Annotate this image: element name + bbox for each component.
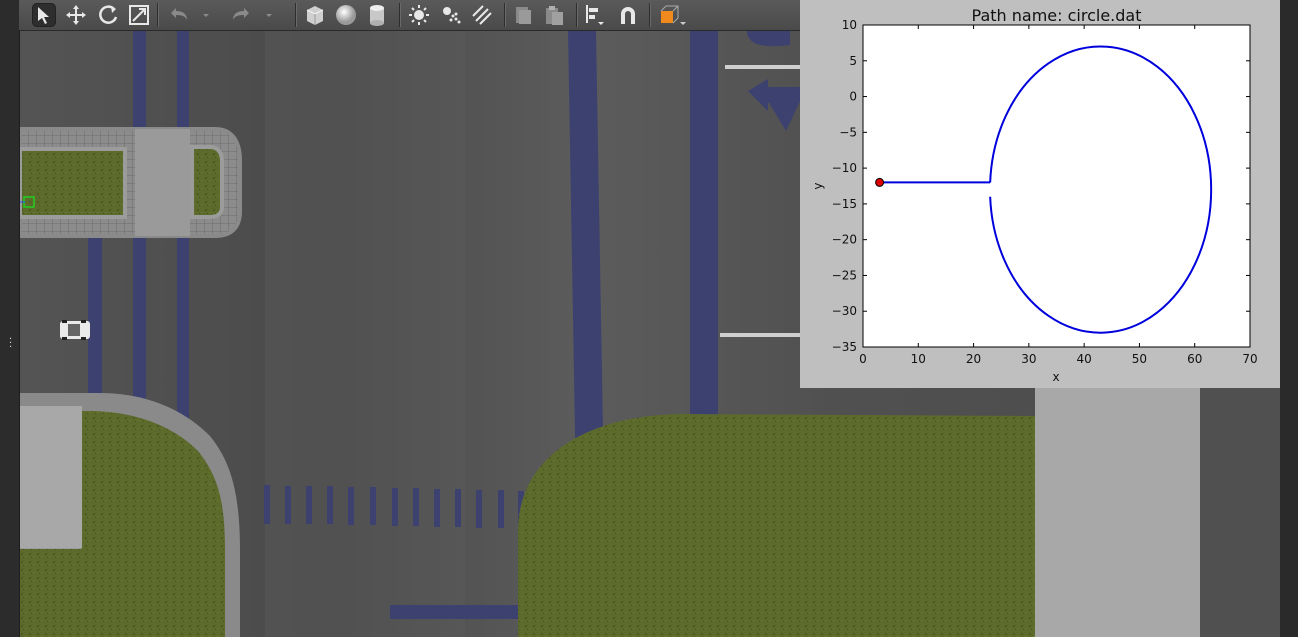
- toolbar-separator: [295, 3, 297, 27]
- cylinder-shape-icon[interactable]: [365, 3, 389, 27]
- snap-magnet-icon[interactable]: [616, 3, 640, 27]
- y-tick-label: −10: [832, 161, 857, 175]
- paste-icon[interactable]: [542, 3, 566, 27]
- x-tick-label: 30: [1021, 352, 1036, 366]
- right-panel-edge: [1280, 0, 1298, 637]
- toolbar-separator: [576, 3, 578, 27]
- left-panel-handle[interactable]: · · ·: [0, 0, 20, 637]
- toolbar: [19, 0, 819, 31]
- y-tick-label: −20: [832, 233, 857, 247]
- box-shape-icon[interactable]: [303, 3, 327, 27]
- redo-dropdown-icon[interactable]: [262, 3, 276, 27]
- scale-tool-icon[interactable]: [127, 3, 151, 27]
- toolbar-separator: [504, 3, 506, 27]
- redo-icon[interactable]: [229, 3, 253, 27]
- y-tick-label: −25: [832, 268, 857, 282]
- rotate-tool-icon[interactable]: [96, 3, 120, 27]
- y-tick-label: −15: [832, 197, 857, 211]
- plot-area: [862, 24, 1251, 348]
- y-tick-label: −30: [832, 304, 857, 318]
- translate-tool-icon[interactable]: [64, 3, 88, 27]
- path-chart: 0 10 20 30 40 50 60 70 1050−5−10−15−20−25−30−35…: [811, 18, 1258, 384]
- undo-icon[interactable]: [167, 3, 191, 27]
- toolbar-separator: [399, 3, 401, 27]
- undo-dropdown-icon[interactable]: [199, 3, 213, 27]
- copy-icon[interactable]: [511, 3, 535, 27]
- y-tick-label: 10: [842, 18, 857, 32]
- x-tick-label: 40: [1077, 352, 1092, 366]
- x-tick-label: 10: [911, 352, 926, 366]
- y-axis-label: y: [811, 182, 825, 189]
- align-icon[interactable]: [584, 3, 608, 27]
- select-tool-icon[interactable]: [32, 3, 56, 27]
- toolbar-separator: [157, 3, 159, 27]
- y-tick-label: −35: [832, 340, 857, 354]
- plot-window[interactable]: Path name: circle.dat 0 10 20 30 40 50 60 70 10…: [800, 0, 1298, 388]
- x-tick-label: 50: [1132, 352, 1147, 366]
- x-tick-label: 20: [966, 352, 981, 366]
- panel-grip-icon[interactable]: · · ·: [9, 335, 12, 353]
- x-tick-label: 70: [1242, 352, 1257, 366]
- y-tick-label: 5: [849, 54, 857, 68]
- y-tick-label: −5: [839, 125, 857, 139]
- x-tick-label: 0: [859, 352, 867, 366]
- point-light-icon[interactable]: [407, 3, 431, 27]
- view-angle-icon[interactable]: [656, 3, 690, 27]
- start-point-marker: [875, 177, 885, 187]
- y-tick-label: 0: [849, 90, 857, 104]
- x-axis-label: x: [1052, 370, 1059, 384]
- toolbar-separator: [649, 3, 651, 27]
- spot-light-icon[interactable]: [439, 3, 463, 27]
- directional-light-icon[interactable]: [470, 3, 494, 27]
- x-tick-label: 60: [1187, 352, 1202, 366]
- sphere-shape-icon[interactable]: [334, 3, 358, 27]
